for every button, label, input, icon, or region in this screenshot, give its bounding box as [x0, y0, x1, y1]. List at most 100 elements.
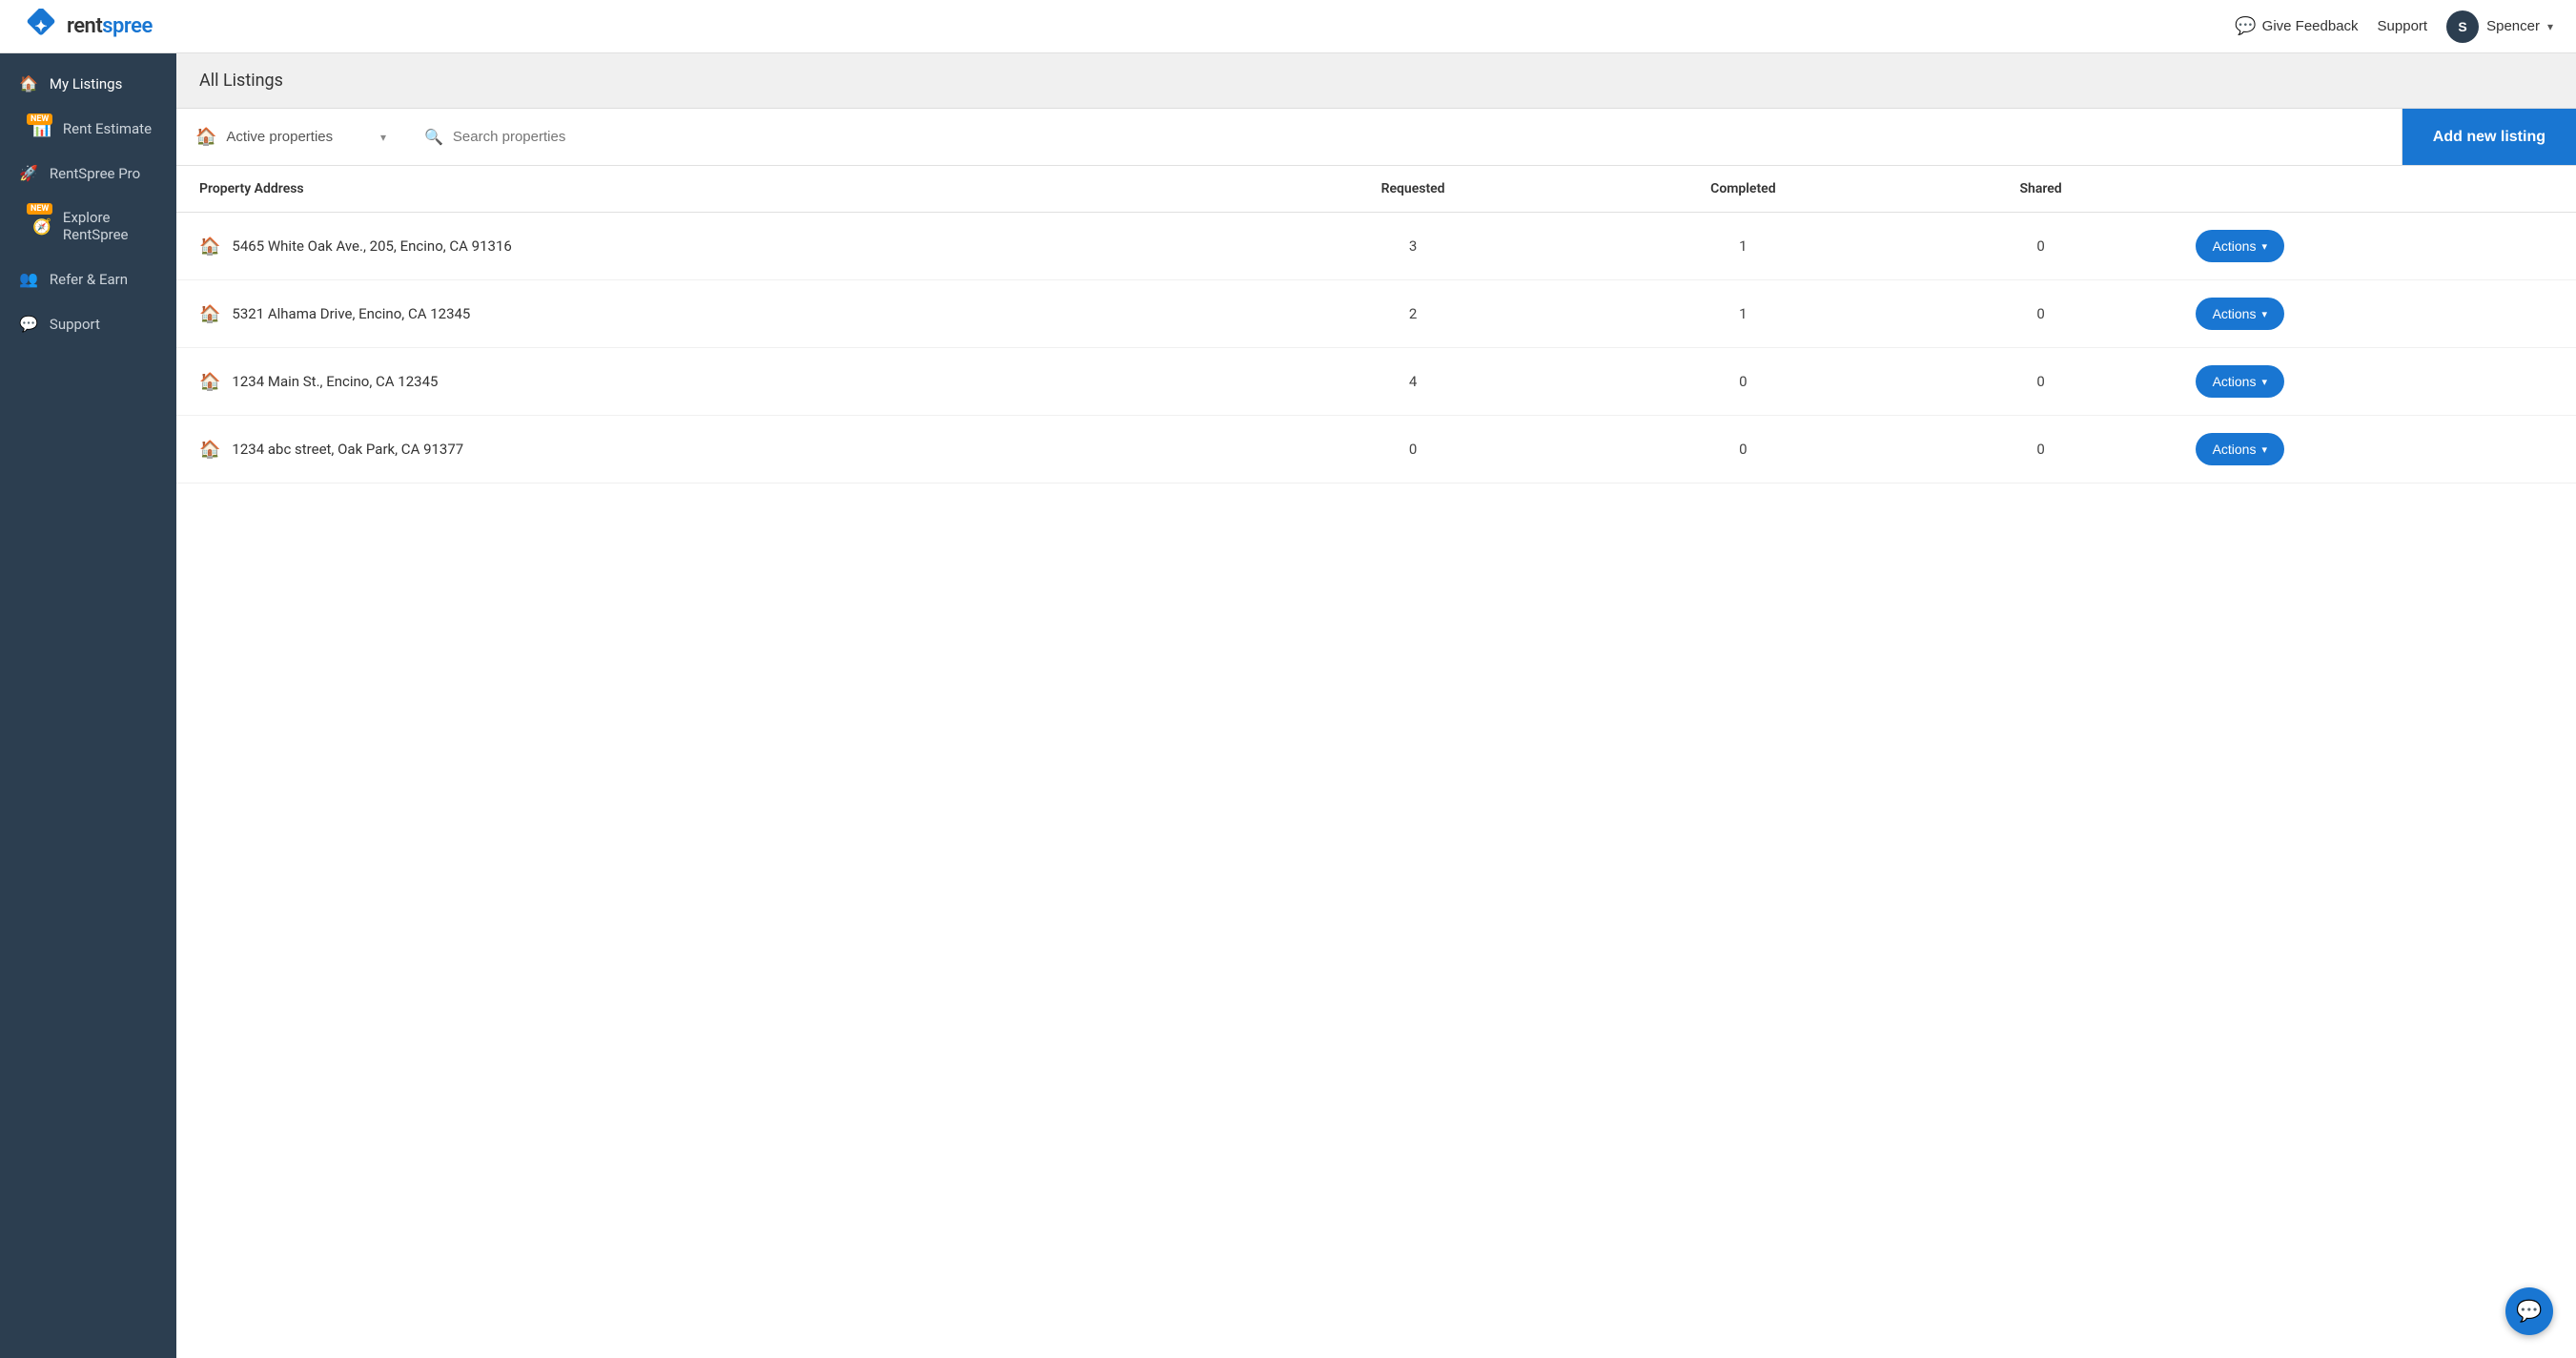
- logo-icon: ✦: [23, 9, 59, 45]
- chat-icon: 💬: [2516, 1300, 2542, 1324]
- sidebar-item-label: My Listings: [50, 75, 122, 93]
- col-header-actions: [2173, 166, 2576, 213]
- requested-cell: 0: [1249, 416, 1577, 484]
- actions-button[interactable]: Actions ▾: [2196, 230, 2284, 262]
- shared-cell: 0: [1910, 348, 2173, 416]
- app-header: ✦ rentspree 💬 Give Feedback Support S Sp…: [0, 0, 2576, 53]
- actions-label: Actions: [2213, 442, 2257, 457]
- give-feedback-button[interactable]: 💬 Give Feedback: [2235, 16, 2358, 36]
- content-area: 🏠 Active properties ▾ 🔍 Add new listing …: [176, 109, 2576, 1358]
- sidebar-item-support[interactable]: 💬 Support: [0, 301, 176, 346]
- sidebar: 🏠 My Listings NEW 📊 Rent Estimate 🚀 Rent…: [0, 53, 176, 1358]
- actions-cell: Actions ▾: [2173, 416, 2576, 484]
- sidebar-item-label: RentSpree Pro: [50, 165, 140, 182]
- actions-cell: Actions ▾: [2173, 348, 2576, 416]
- add-listing-label: Add new listing: [2433, 129, 2545, 145]
- actions-button[interactable]: Actions ▾: [2196, 433, 2284, 465]
- avatar: S: [2446, 10, 2479, 43]
- shared-cell: 0: [1910, 213, 2173, 280]
- header-actions: 💬 Give Feedback Support S Spencer ▾: [2235, 10, 2553, 43]
- filter-dropdown[interactable]: 🏠 Active properties ▾: [176, 109, 405, 165]
- chevron-down-icon: ▾: [2261, 376, 2267, 388]
- new-badge: NEW: [27, 203, 52, 215]
- page-header: All Listings: [176, 53, 2576, 109]
- actions-label: Actions: [2213, 238, 2257, 254]
- sidebar-item-explore-rentspree[interactable]: NEW 🧭 Explore RentSpree: [0, 195, 176, 257]
- table-row: 🏠 1234 abc street, Oak Park, CA 91377 0 …: [176, 416, 2576, 484]
- user-initials: S: [2458, 19, 2466, 34]
- property-house-icon: 🏠: [199, 304, 220, 324]
- requested-cell: 4: [1249, 348, 1577, 416]
- chevron-down-icon: ▾: [2261, 308, 2267, 320]
- shared-cell: 0: [1910, 280, 2173, 348]
- col-header-requested: Requested: [1249, 166, 1577, 213]
- user-name: Spencer: [2486, 18, 2540, 34]
- table-row: 🏠 1234 Main St., Encino, CA 12345 4 0 0 …: [176, 348, 2576, 416]
- support-icon: 💬: [19, 315, 38, 333]
- chevron-down-icon: ▾: [2261, 240, 2267, 253]
- property-address-cell: 🏠 1234 abc street, Oak Park, CA 91377: [176, 416, 1249, 484]
- shared-cell: 0: [1910, 416, 2173, 484]
- requested-cell: 2: [1249, 280, 1577, 348]
- property-address-cell: 🏠 1234 Main St., Encino, CA 12345: [176, 348, 1249, 416]
- col-header-shared: Shared: [1910, 166, 2173, 213]
- property-address: 1234 abc street, Oak Park, CA 91377: [232, 441, 463, 458]
- sidebar-item-label: Refer & Earn: [50, 271, 128, 288]
- actions-button[interactable]: Actions ▾: [2196, 298, 2284, 330]
- toolbar: 🏠 Active properties ▾ 🔍 Add new listing: [176, 109, 2576, 166]
- completed-cell: 1: [1577, 280, 1909, 348]
- give-feedback-label: Give Feedback: [2262, 18, 2359, 34]
- pro-icon: 🚀: [19, 164, 38, 182]
- search-icon: 🔍: [424, 128, 443, 146]
- filter-house-icon: 🏠: [195, 127, 216, 147]
- sidebar-item-rent-estimate[interactable]: NEW 📊 Rent Estimate: [0, 106, 176, 151]
- property-address: 5321 Alhama Drive, Encino, CA 12345: [232, 305, 470, 322]
- completed-cell: 0: [1577, 416, 1909, 484]
- completed-cell: 1: [1577, 213, 1909, 280]
- chat-bubble-button[interactable]: 💬: [2505, 1287, 2553, 1335]
- actions-button[interactable]: Actions ▾: [2196, 365, 2284, 398]
- chevron-down-icon: ▾: [380, 131, 386, 144]
- property-address: 5465 White Oak Ave., 205, Encino, CA 913…: [232, 237, 511, 255]
- svg-text:✦: ✦: [34, 17, 47, 35]
- property-address: 1234 Main St., Encino, CA 12345: [232, 373, 438, 390]
- actions-label: Actions: [2213, 374, 2257, 389]
- table-row: 🏠 5465 White Oak Ave., 205, Encino, CA 9…: [176, 213, 2576, 280]
- sidebar-item-label: Rent Estimate: [63, 120, 152, 137]
- refer-icon: 👥: [19, 270, 38, 288]
- property-address-cell: 🏠 5465 White Oak Ave., 205, Encino, CA 9…: [176, 213, 1249, 280]
- support-header-button[interactable]: Support: [2378, 18, 2428, 34]
- actions-label: Actions: [2213, 306, 2257, 321]
- sidebar-item-rentspree-pro[interactable]: 🚀 RentSpree Pro: [0, 151, 176, 195]
- table-body: 🏠 5465 White Oak Ave., 205, Encino, CA 9…: [176, 213, 2576, 484]
- property-house-icon: 🏠: [199, 440, 220, 460]
- new-badge: NEW: [27, 113, 52, 125]
- requested-cell: 3: [1249, 213, 1577, 280]
- property-house-icon: 🏠: [199, 372, 220, 392]
- chevron-down-icon: ▾: [2547, 20, 2553, 33]
- feedback-icon: 💬: [2235, 16, 2256, 36]
- support-label: Support: [2378, 18, 2428, 34]
- logo-text: rentspree: [67, 14, 153, 38]
- actions-cell: Actions ▾: [2173, 280, 2576, 348]
- home-icon: 🏠: [19, 74, 38, 93]
- completed-cell: 0: [1577, 348, 1909, 416]
- app-body: 🏠 My Listings NEW 📊 Rent Estimate 🚀 Rent…: [0, 53, 2576, 1358]
- table-header: Property Address Requested Completed Sha…: [176, 166, 2576, 213]
- filter-label: Active properties: [226, 129, 371, 145]
- user-menu-button[interactable]: S Spencer ▾: [2446, 10, 2553, 43]
- logo: ✦ rentspree: [23, 9, 153, 45]
- sidebar-item-label: Explore RentSpree: [63, 209, 157, 243]
- search-input[interactable]: [453, 129, 2382, 145]
- sidebar-item-refer-earn[interactable]: 👥 Refer & Earn: [0, 257, 176, 301]
- explore-icon: 🧭: [32, 217, 51, 236]
- actions-cell: Actions ▾: [2173, 213, 2576, 280]
- chevron-down-icon: ▾: [2261, 443, 2267, 456]
- sidebar-item-my-listings[interactable]: 🏠 My Listings: [0, 61, 176, 106]
- add-new-listing-button[interactable]: Add new listing: [2402, 109, 2576, 165]
- page-title: All Listings: [199, 71, 2553, 91]
- col-header-address: Property Address: [176, 166, 1249, 213]
- table-row: 🏠 5321 Alhama Drive, Encino, CA 12345 2 …: [176, 280, 2576, 348]
- property-house-icon: 🏠: [199, 237, 220, 257]
- listings-table: Property Address Requested Completed Sha…: [176, 166, 2576, 484]
